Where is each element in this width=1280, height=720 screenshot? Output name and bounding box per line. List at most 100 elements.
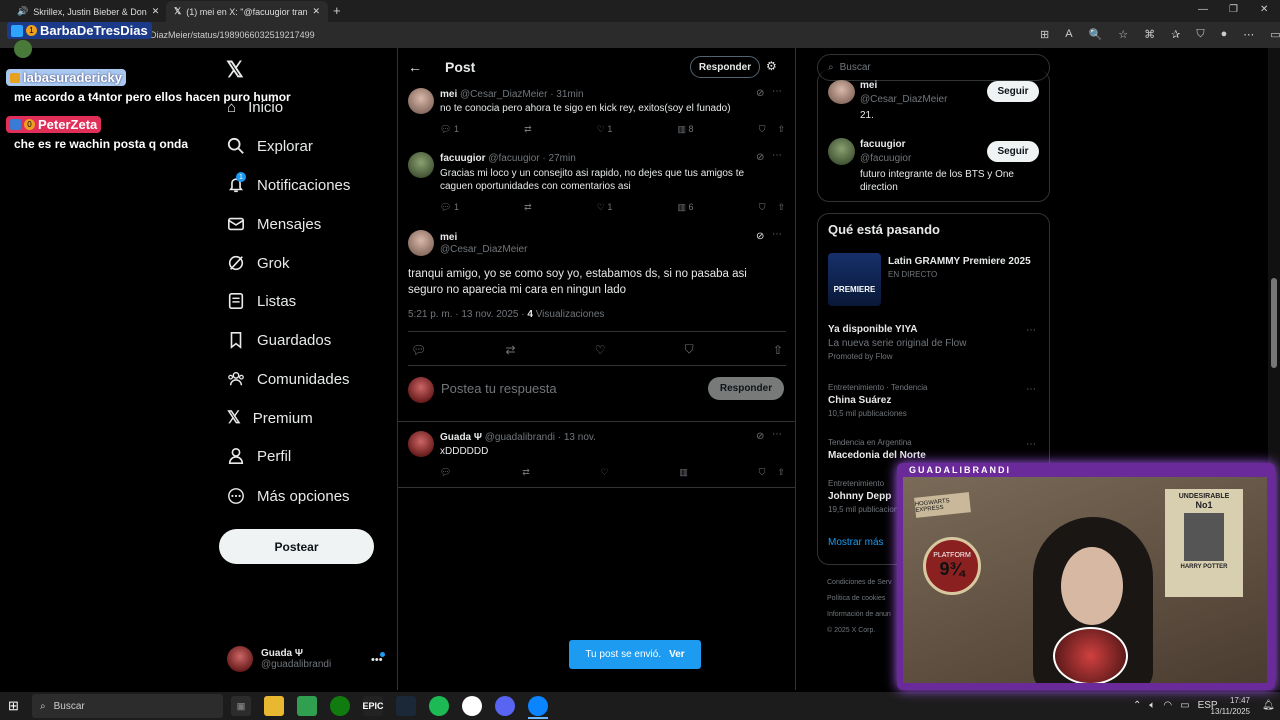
discord-icon[interactable]	[495, 696, 515, 716]
tab-x[interactable]: 𝕏 (1) mei en X: "@facuugior tranqu ✕	[166, 1, 328, 22]
share-icon[interactable]: ⇧	[773, 343, 783, 357]
scrollbar-thumb[interactable]	[1271, 278, 1277, 368]
follow-name[interactable]: facuugior	[860, 138, 906, 151]
like-icon[interactable]: ♡	[601, 467, 609, 478]
more-icon[interactable]: ⋯	[1026, 384, 1036, 395]
reply-input[interactable]: Postea tu respuesta	[441, 381, 557, 396]
windows-start-icon[interactable]: ⊞	[8, 698, 19, 714]
author-name[interactable]: mei	[440, 89, 457, 100]
sidebar-item-explorar[interactable]: Explorar	[227, 134, 313, 158]
epic-games-icon[interactable]: EPIC	[363, 696, 384, 716]
avatar[interactable]	[408, 88, 434, 114]
views-icon[interactable]: ▥ 6	[678, 202, 694, 213]
toast-view-link[interactable]: Ver	[669, 649, 685, 660]
reply-icon[interactable]: 💬︎ 1	[440, 124, 459, 135]
new-tab-icon[interactable]: +	[333, 3, 341, 18]
steam-icon[interactable]	[396, 696, 416, 716]
collections-icon[interactable]: ✰	[1171, 28, 1180, 41]
post-button[interactable]: Postear	[219, 529, 374, 564]
like-icon[interactable]: ♡ 1	[597, 202, 613, 213]
live-event-image[interactable]: PREMIERE	[828, 253, 881, 306]
wifi-icon[interactable]: ◠	[1163, 700, 1172, 711]
follow-button[interactable]: Seguir	[987, 141, 1039, 162]
avatar[interactable]	[408, 431, 434, 457]
avatar[interactable]	[408, 152, 434, 178]
repost-icon[interactable]: ⇄	[505, 343, 515, 357]
avatar[interactable]	[828, 80, 855, 104]
sidebar-item-premium[interactable]: 𝕏 Premium	[227, 406, 313, 430]
x-logo-icon[interactable]: 𝕏	[226, 57, 244, 83]
zoom-icon[interactable]: 🔍	[1089, 28, 1103, 41]
repost-icon[interactable]: ⇄	[524, 124, 532, 135]
clock[interactable]: 17:47 13/11/2025	[1200, 695, 1250, 717]
reply-icon[interactable]: 💬︎	[440, 467, 451, 478]
chevron-up-icon[interactable]: ⌃	[1133, 700, 1141, 711]
views-icon[interactable]: ▥	[679, 467, 688, 478]
follow-name[interactable]: mei	[860, 79, 877, 92]
maximize-icon[interactable]: ❐	[1229, 4, 1238, 15]
apps-icon[interactable]: ⊞	[1040, 28, 1049, 41]
show-more-link[interactable]: Mostrar más	[828, 537, 884, 548]
more-icon[interactable]: ⋯	[1026, 325, 1036, 336]
footer-link[interactable]: Política de cookies	[827, 591, 892, 607]
like-icon[interactable]: ♡ 1	[597, 124, 613, 135]
trend-item[interactable]: Ya disponible YIYA La nueva serie origin…	[828, 324, 1038, 361]
extensions-icon[interactable]: ⌘	[1144, 28, 1155, 41]
grok-icon[interactable]: ⊘	[756, 231, 764, 242]
url-field[interactable]: DiazMeier/status/1989066032519217499	[150, 25, 1030, 45]
author-name[interactable]: Guada Ψ	[440, 432, 482, 443]
window-close-icon[interactable]: ✕	[1260, 4, 1268, 15]
sidebar-item-grok[interactable]: Grok	[227, 251, 290, 275]
trend-item[interactable]: Entretenimiento · Tendencia China Suárez…	[828, 383, 1038, 418]
battery-icon[interactable]: ▭	[1180, 700, 1189, 711]
footer-link[interactable]: Información de anun	[827, 607, 892, 623]
reply-submit-button[interactable]: Responder	[708, 377, 784, 400]
sidebar-item-listas[interactable]: Listas	[227, 289, 296, 313]
reply-icon[interactable]: 💬︎ 1	[440, 202, 459, 213]
grok-icon[interactable]: ⊘	[756, 152, 764, 163]
settings-sliders-icon[interactable]: ⚙	[766, 59, 777, 73]
bookmark-icon[interactable]: ⛉	[759, 467, 766, 478]
follow-button[interactable]: Seguir	[987, 81, 1039, 102]
account-switcher[interactable]: Guada Ψ @guadalibrandi	[227, 646, 331, 672]
sidebar-item-mensajes[interactable]: Mensajes	[227, 212, 321, 236]
repost-icon[interactable]: ⇄	[522, 467, 530, 478]
store-icon[interactable]	[297, 696, 317, 716]
minimize-icon[interactable]: —	[1198, 4, 1208, 15]
xbox-icon[interactable]	[330, 696, 350, 716]
file-explorer-icon[interactable]	[264, 696, 284, 716]
repost-icon[interactable]: ⇄	[524, 202, 532, 213]
share-icon[interactable]: ⇧	[777, 202, 785, 213]
reply-icon[interactable]: 💬︎	[411, 343, 426, 357]
spotify-icon[interactable]	[429, 696, 449, 716]
favorite-icon[interactable]: ☆	[1118, 28, 1128, 41]
sidebar-item-guardados[interactable]: Guardados	[227, 328, 331, 352]
avatar[interactable]	[408, 230, 434, 256]
trend-item[interactable]: Tendencia en Argentina Macedonia del Nor…	[828, 438, 1038, 461]
more-icon[interactable]: ⋯	[772, 150, 782, 161]
views-icon[interactable]: ▥ 8	[678, 124, 694, 135]
more-icon[interactable]: ⋯	[1243, 28, 1254, 41]
share-icon[interactable]: ⇧	[777, 467, 785, 478]
bookmark-icon[interactable]: ⛉	[759, 124, 766, 135]
footer-link[interactable]: Condiciones de Serv	[827, 575, 892, 591]
close-icon[interactable]: ✕	[152, 6, 160, 17]
sidebar-item-mas-opciones[interactable]: Más opciones	[227, 484, 350, 508]
close-icon[interactable]: ✕	[312, 6, 320, 17]
sidebar-item-notificaciones[interactable]: 1 Notificaciones	[227, 172, 350, 197]
notification-center-icon[interactable]: 🔔︎	[1262, 700, 1275, 711]
more-icon[interactable]: ⋯	[772, 86, 782, 97]
speaker-icon[interactable]: 🔊	[17, 6, 28, 17]
bookmark-icon[interactable]: ⛉	[759, 202, 766, 213]
tab-youtube[interactable]: 🔊 Skrillex, Justin Bieber & Don ✕	[4, 1, 164, 22]
speaker-icon[interactable]: 🔈︎	[1149, 700, 1155, 711]
grok-icon[interactable]: ⊘	[756, 88, 764, 99]
edge-icon[interactable]	[528, 696, 548, 716]
shield-icon[interactable]: ⛉	[1196, 28, 1204, 41]
share-icon[interactable]: ⇧	[777, 124, 785, 135]
reply-header-button[interactable]: Responder	[690, 56, 760, 78]
more-icon[interactable]: ⋯	[772, 229, 782, 240]
taskbar-search[interactable]: ⌕ Buscar	[32, 694, 223, 718]
obs-icon[interactable]	[462, 696, 482, 716]
more-icon[interactable]: ⋯	[772, 429, 782, 440]
